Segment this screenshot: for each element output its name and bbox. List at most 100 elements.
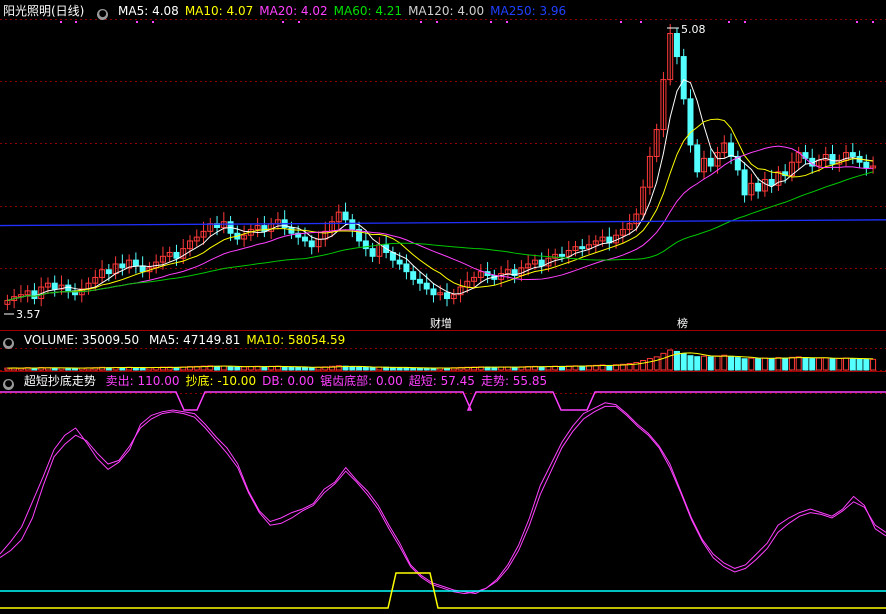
volume-bar xyxy=(755,358,762,371)
candle-body xyxy=(579,246,586,250)
candle-body xyxy=(558,253,565,257)
volume-bar xyxy=(281,366,288,371)
signal-dot-7 xyxy=(436,21,438,23)
volume-bar xyxy=(416,367,423,371)
main-chart-header: 阳光照明(日线) ● MA5: 4.08 MA10: 4.07 MA20: 4.02… xyxy=(0,3,578,20)
signal-dot-0 xyxy=(60,21,62,23)
volume-bar xyxy=(694,356,701,371)
signal-dot-10 xyxy=(620,21,622,23)
signal-dot-4 xyxy=(282,21,284,23)
volume-bar xyxy=(308,367,315,371)
candle-body xyxy=(119,263,126,269)
volume-bar xyxy=(403,367,410,371)
volume-bar xyxy=(214,365,221,371)
signal-dot-11 xyxy=(640,21,642,23)
settings-icon[interactable]: ● xyxy=(3,338,14,349)
signal-dot-8 xyxy=(490,21,492,23)
volume-legend-0: MA5: 47149.81 xyxy=(149,333,241,347)
volume-bar xyxy=(295,366,302,371)
volume-bar xyxy=(707,356,714,371)
volume-bar xyxy=(802,357,809,371)
candle-body xyxy=(301,236,308,242)
volume-bar xyxy=(579,365,586,371)
volume-bar xyxy=(863,359,870,371)
settings-icon[interactable]: ● xyxy=(3,379,14,390)
candle-body xyxy=(105,269,112,275)
volume-bar xyxy=(761,357,768,371)
high-price-label: 5.08 xyxy=(681,23,706,36)
event-marker-1: 财增 xyxy=(430,316,452,330)
candle-body xyxy=(132,259,139,267)
volume-bar xyxy=(836,357,843,371)
volume-bar xyxy=(680,353,687,371)
signal-dot-6 xyxy=(420,21,422,23)
candlestick-series[interactable] xyxy=(4,23,877,311)
volume-bar xyxy=(741,358,748,371)
signal-dot-13 xyxy=(744,21,746,23)
volume-bar xyxy=(815,357,822,371)
volume-bar xyxy=(396,367,403,371)
volume-bar xyxy=(51,367,58,371)
volume-bar xyxy=(301,366,308,371)
volume-bar xyxy=(511,366,518,371)
volume-bar xyxy=(795,356,802,371)
candle-body xyxy=(768,178,775,186)
candle-body xyxy=(687,98,694,146)
volume-bar xyxy=(870,358,877,371)
volume-bar xyxy=(701,355,708,371)
volume-bar xyxy=(849,358,856,371)
candle-body xyxy=(416,278,423,284)
signal-dot-12 xyxy=(728,21,730,23)
volume-bar xyxy=(829,358,836,371)
settings-icon[interactable]: ● xyxy=(97,9,109,20)
candle-body xyxy=(349,219,356,230)
candle-body xyxy=(829,154,836,165)
volume-bar xyxy=(646,358,653,371)
volume-chart-header: ● VOLUME: 35009.50 MA5: 47149.81 MA10: 58… xyxy=(0,332,357,349)
candle-body xyxy=(342,211,349,221)
volume-bar xyxy=(640,359,647,371)
signal-dot-14 xyxy=(856,21,858,23)
volume-bar xyxy=(734,357,741,371)
main-legend-4: MA120: 4.00 xyxy=(408,4,485,18)
candle-body xyxy=(728,142,735,157)
volume-bar xyxy=(714,355,721,371)
volume-bar xyxy=(606,364,613,371)
volume-bar xyxy=(227,366,234,371)
moving-average-lines xyxy=(0,78,886,301)
volume-bar xyxy=(809,358,816,371)
volume-bar xyxy=(775,357,782,371)
indicator-title: 超短抄底走势 xyxy=(23,374,96,388)
indicator-lines xyxy=(0,391,886,609)
event-marker-2: 榜 xyxy=(677,316,688,330)
signal-dot-3 xyxy=(152,21,154,23)
volume-bars[interactable] xyxy=(4,349,877,371)
volume-bar xyxy=(356,366,363,371)
candle-body xyxy=(444,292,450,300)
volume-bar xyxy=(241,366,248,371)
volume-title: VOLUME: 35009.50 xyxy=(23,333,140,347)
volume-bar xyxy=(65,367,72,371)
candle-body xyxy=(680,56,687,100)
volume-bar xyxy=(234,366,241,371)
stock-chart-canvas: 5.08 3.57 财增 榜 xyxy=(0,19,886,609)
signal-dot-15 xyxy=(872,21,874,23)
volume-bar xyxy=(491,366,498,371)
candle-body xyxy=(741,169,748,196)
signal-dot-9 xyxy=(506,21,508,23)
volume-bar xyxy=(782,357,789,371)
volume-legend-1: MA10: 58054.59 xyxy=(246,333,346,347)
main-legend-5: MA250: 3.96 xyxy=(490,4,567,18)
candle-body xyxy=(863,161,870,169)
candle-body xyxy=(31,290,38,300)
candle-body xyxy=(403,263,410,273)
main-legend-0: MA5: 4.08 xyxy=(118,4,179,18)
candle-body xyxy=(369,248,376,257)
volume-bar xyxy=(653,356,660,371)
indicator-legend-4: 超短: 57.45 xyxy=(408,374,475,388)
signal-dot-2 xyxy=(136,21,138,23)
candle-body xyxy=(51,282,58,290)
main-legend-3: MA60: 4.21 xyxy=(333,4,403,18)
candle-body xyxy=(65,284,72,292)
candle-body xyxy=(410,271,417,280)
